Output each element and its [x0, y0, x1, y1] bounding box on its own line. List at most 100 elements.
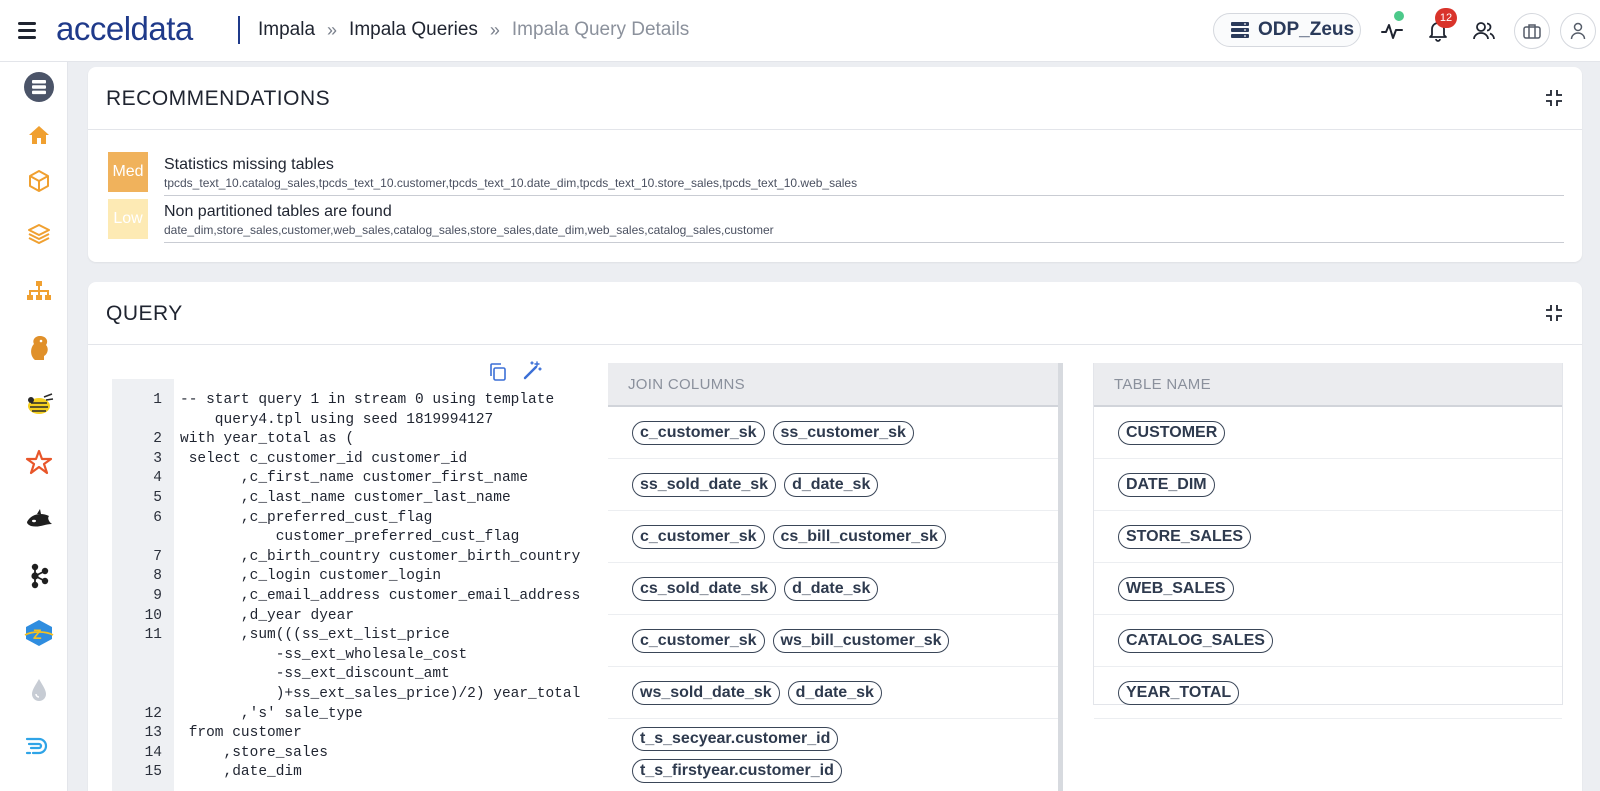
breadcrumb-separator: »: [327, 19, 338, 40]
activity-icon[interactable]: [1374, 13, 1410, 49]
code-text: -- start query 1 in stream 0 using templ…: [180, 392, 555, 408]
sql-editor[interactable]: 1 -- start query 1 in stream 0 using temp…: [112, 379, 580, 791]
severity-badge-med: Med: [108, 152, 148, 192]
magic-wand-icon[interactable]: [522, 361, 542, 381]
line-number: 2: [153, 431, 162, 448]
home-icon[interactable]: [20, 116, 58, 154]
join-column-tag[interactable]: cs_sold_date_sk: [632, 576, 777, 601]
line-number: 12: [144, 705, 162, 722]
layers-icon[interactable]: [20, 215, 58, 253]
join-column-tag[interactable]: c_customer_sk: [632, 628, 765, 653]
recommendation-item[interactable]: Med Statistics missing tables tpcds_text…: [108, 152, 1564, 196]
join-column-tag[interactable]: d_date_sk: [784, 472, 879, 497]
drop-icon[interactable]: [20, 671, 58, 709]
hierarchy-icon[interactable]: [20, 272, 58, 310]
recommendation-item[interactable]: Low Non partitioned tables are found dat…: [108, 199, 1564, 243]
recommendation-detail: tpcds_text_10.catalog_sales,tpcds_text_1…: [164, 176, 858, 190]
code-text: )+ss_ext_sales_price)/2) year_total: [180, 686, 581, 702]
line-number: 4: [153, 470, 162, 487]
cluster-selector[interactable]: ODP_Zeus: [1213, 13, 1361, 47]
breadcrumb-current: Impala Query Details: [511, 19, 690, 40]
druid-icon[interactable]: [20, 727, 58, 765]
kafka-icon[interactable]: [20, 557, 58, 595]
table-name-tag[interactable]: CATALOG_SALES: [1118, 628, 1273, 653]
cube-icon[interactable]: [20, 162, 58, 200]
breadcrumb-impala-queries[interactable]: Impala Queries: [349, 19, 478, 41]
join-column-tag[interactable]: t_s_firstyear.customer_id: [632, 759, 842, 783]
users-icon[interactable]: [1466, 13, 1502, 49]
top-bar: acceldata Impala » Impala Queries » Impa…: [0, 0, 1600, 62]
code-text: ,c_birth_country customer_birth_country: [180, 548, 581, 565]
code-text: ,date_dim: [180, 764, 302, 781]
table-row: ss_sold_date_sk d_date_sk: [608, 459, 1058, 511]
join-column-tag[interactable]: cs_bill_customer_sk: [772, 524, 946, 549]
code-text: ,c_preferred_cust_flag: [180, 509, 433, 526]
line-number: 13: [144, 725, 162, 742]
divider: [164, 195, 1564, 196]
acceldata-logo[interactable]: acceldata: [56, 10, 193, 48]
table-name-tag[interactable]: DATE_DIM: [1118, 472, 1215, 497]
table-name-tag[interactable]: WEB_SALES: [1118, 576, 1234, 601]
recommendations-card: RECOMMENDATIONS Med Statistics missing t…: [88, 67, 1582, 262]
table-name-tag[interactable]: YEAR_TOTAL: [1118, 680, 1240, 705]
line-number: 3: [153, 450, 162, 467]
menu-icon[interactable]: [18, 22, 36, 39]
table-name-table: TABLE NAME CUSTOMER DATE_DIM STORE_SALES WE…: [1093, 363, 1563, 719]
table-row: cs_sold_date_sk d_date_sk: [608, 563, 1058, 615]
table-row: t_s_firstyear.customer_id: [608, 751, 1058, 783]
code-text: ,'s' sale_type: [180, 705, 363, 722]
code-text: ,d_year dyear: [180, 607, 355, 624]
recommendations-title: RECOMMENDATIONS: [106, 87, 331, 110]
code-text: ,c_login customer_login: [180, 568, 442, 585]
briefcase-icon[interactable]: [1514, 13, 1550, 49]
collapse-icon[interactable]: [1544, 88, 1564, 108]
query-header: QUERY: [88, 282, 1582, 345]
code-text: ,c_last_name customer_last_name: [180, 490, 511, 506]
status-dot: [1394, 11, 1404, 21]
line-number: 10: [144, 607, 162, 624]
hive-icon[interactable]: [20, 386, 58, 424]
zeppelin-icon[interactable]: Z: [20, 614, 58, 652]
hadoop-icon[interactable]: [20, 329, 58, 367]
cluster-name: ODP_Zeus: [1258, 19, 1355, 40]
line-number: 1: [153, 392, 162, 408]
join-column-tag[interactable]: c_customer_sk: [632, 524, 765, 549]
code-text: select c_customer_id customer_id: [180, 450, 468, 467]
breadcrumb-impala[interactable]: Impala: [258, 19, 315, 41]
code-text: ,c_first_name customer_first_name: [180, 470, 529, 487]
recommendation-title: Non partitioned tables are found: [164, 203, 392, 220]
user-icon[interactable]: [1560, 13, 1596, 49]
breadcrumb-separator: »: [489, 19, 500, 40]
line-number: 15: [144, 764, 162, 781]
logo-divider: [238, 16, 240, 44]
join-column-tag[interactable]: ws_sold_date_sk: [632, 680, 780, 705]
table-name-tag[interactable]: STORE_SALES: [1118, 524, 1252, 549]
join-column-tag[interactable]: c_customer_sk: [632, 420, 765, 445]
spark-icon[interactable]: [20, 443, 58, 481]
join-column-tag[interactable]: t_s_secyear.customer_id: [632, 727, 839, 751]
database-icon[interactable]: [20, 68, 58, 106]
orca-icon[interactable]: [20, 500, 58, 538]
table-row: t_s_secyear.customer_id: [608, 719, 1058, 751]
recommendation-title: Statistics missing tables: [164, 156, 334, 173]
join-column-tag[interactable]: d_date_sk: [784, 576, 879, 601]
code-text: ,c_email_address customer_email_address: [180, 588, 581, 604]
join-column-tag[interactable]: d_date_sk: [787, 680, 882, 705]
join-column-tag[interactable]: ss_customer_sk: [772, 420, 914, 445]
breadcrumb: Impala » Impala Queries » Impala Query D…: [258, 19, 689, 41]
table-name-tag[interactable]: CUSTOMER: [1118, 420, 1226, 445]
recommendations-header: RECOMMENDATIONS: [88, 67, 1582, 130]
code-text: ,sum(((ss_ext_list_price: [180, 627, 450, 644]
collapse-icon[interactable]: [1544, 303, 1564, 323]
table-row: c_customer_sk ws_bill_customer_sk: [608, 615, 1058, 667]
code-text: from customer: [180, 725, 302, 742]
table-row: CATALOG_SALES: [1094, 615, 1562, 667]
code-text: customer_preferred_cust_flag: [180, 529, 520, 546]
table-row: CUSTOMER: [1094, 407, 1562, 459]
join-column-tag[interactable]: ss_sold_date_sk: [632, 472, 777, 497]
line-number: 7: [153, 548, 162, 565]
table-name-header: TABLE NAME: [1094, 363, 1562, 407]
join-column-tag[interactable]: ws_bill_customer_sk: [772, 628, 950, 653]
line-number: 5: [153, 490, 162, 506]
notification-badge: 12: [1435, 8, 1457, 28]
